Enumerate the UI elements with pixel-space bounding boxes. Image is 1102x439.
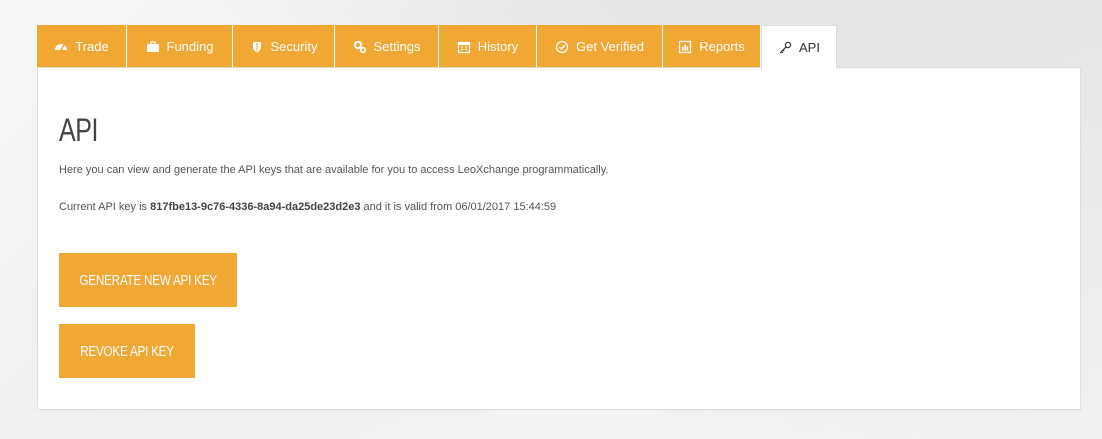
- tab-reports[interactable]: Reports: [663, 25, 761, 68]
- tab-settings[interactable]: Settings: [335, 25, 439, 68]
- check-circle-icon: [555, 40, 569, 54]
- api-key-validity: and it is valid from 06/01/2017 15:44:59: [360, 201, 557, 213]
- bar-chart-icon: [678, 40, 692, 54]
- tab-bar: Trade Funding Security Settings History …: [37, 25, 837, 69]
- tab-label: Funding: [166, 39, 214, 54]
- tab-label: Get Verified: [576, 39, 644, 54]
- key-icon: [778, 41, 792, 55]
- tab-funding[interactable]: Funding: [127, 25, 233, 68]
- generate-api-key-button[interactable]: GENERATE NEW API KEY: [59, 253, 237, 307]
- api-key-prefix: Current API key is: [59, 201, 151, 213]
- tab-label: API: [799, 40, 820, 55]
- api-key-value: 817fbe13-9c76-4336-8a94-da25de23d2e3: [150, 201, 361, 213]
- tab-security[interactable]: Security: [233, 25, 335, 68]
- tab-api[interactable]: API: [761, 25, 837, 69]
- dashboard-icon: [54, 40, 68, 54]
- api-description: Here you can view and generate the API k…: [59, 164, 609, 176]
- tab-label: Trade: [75, 39, 109, 54]
- tab-trade[interactable]: Trade: [37, 25, 127, 68]
- tab-label: Reports: [699, 39, 745, 54]
- page-title: API: [59, 112, 99, 148]
- tab-label: History: [477, 39, 519, 54]
- generate-button-label: GENERATE NEW API KEY: [79, 271, 217, 289]
- revoke-api-key-button[interactable]: REVOKE API KEY: [59, 324, 195, 378]
- tab-label: Settings: [373, 39, 421, 54]
- current-api-key-info: Current API key is 817fbe13-9c76-4336-8a…: [59, 201, 556, 213]
- briefcase-icon: [146, 40, 160, 54]
- cogs-icon: [353, 40, 367, 54]
- api-panel: API Here you can view and generate the A…: [37, 67, 1081, 410]
- calendar-icon: [457, 40, 471, 54]
- tab-get-verified[interactable]: Get Verified: [537, 25, 663, 68]
- revoke-button-label: REVOKE API KEY: [80, 342, 174, 360]
- shield-icon: [250, 40, 264, 54]
- tab-history[interactable]: History: [439, 25, 537, 68]
- tab-label: Security: [270, 39, 318, 54]
